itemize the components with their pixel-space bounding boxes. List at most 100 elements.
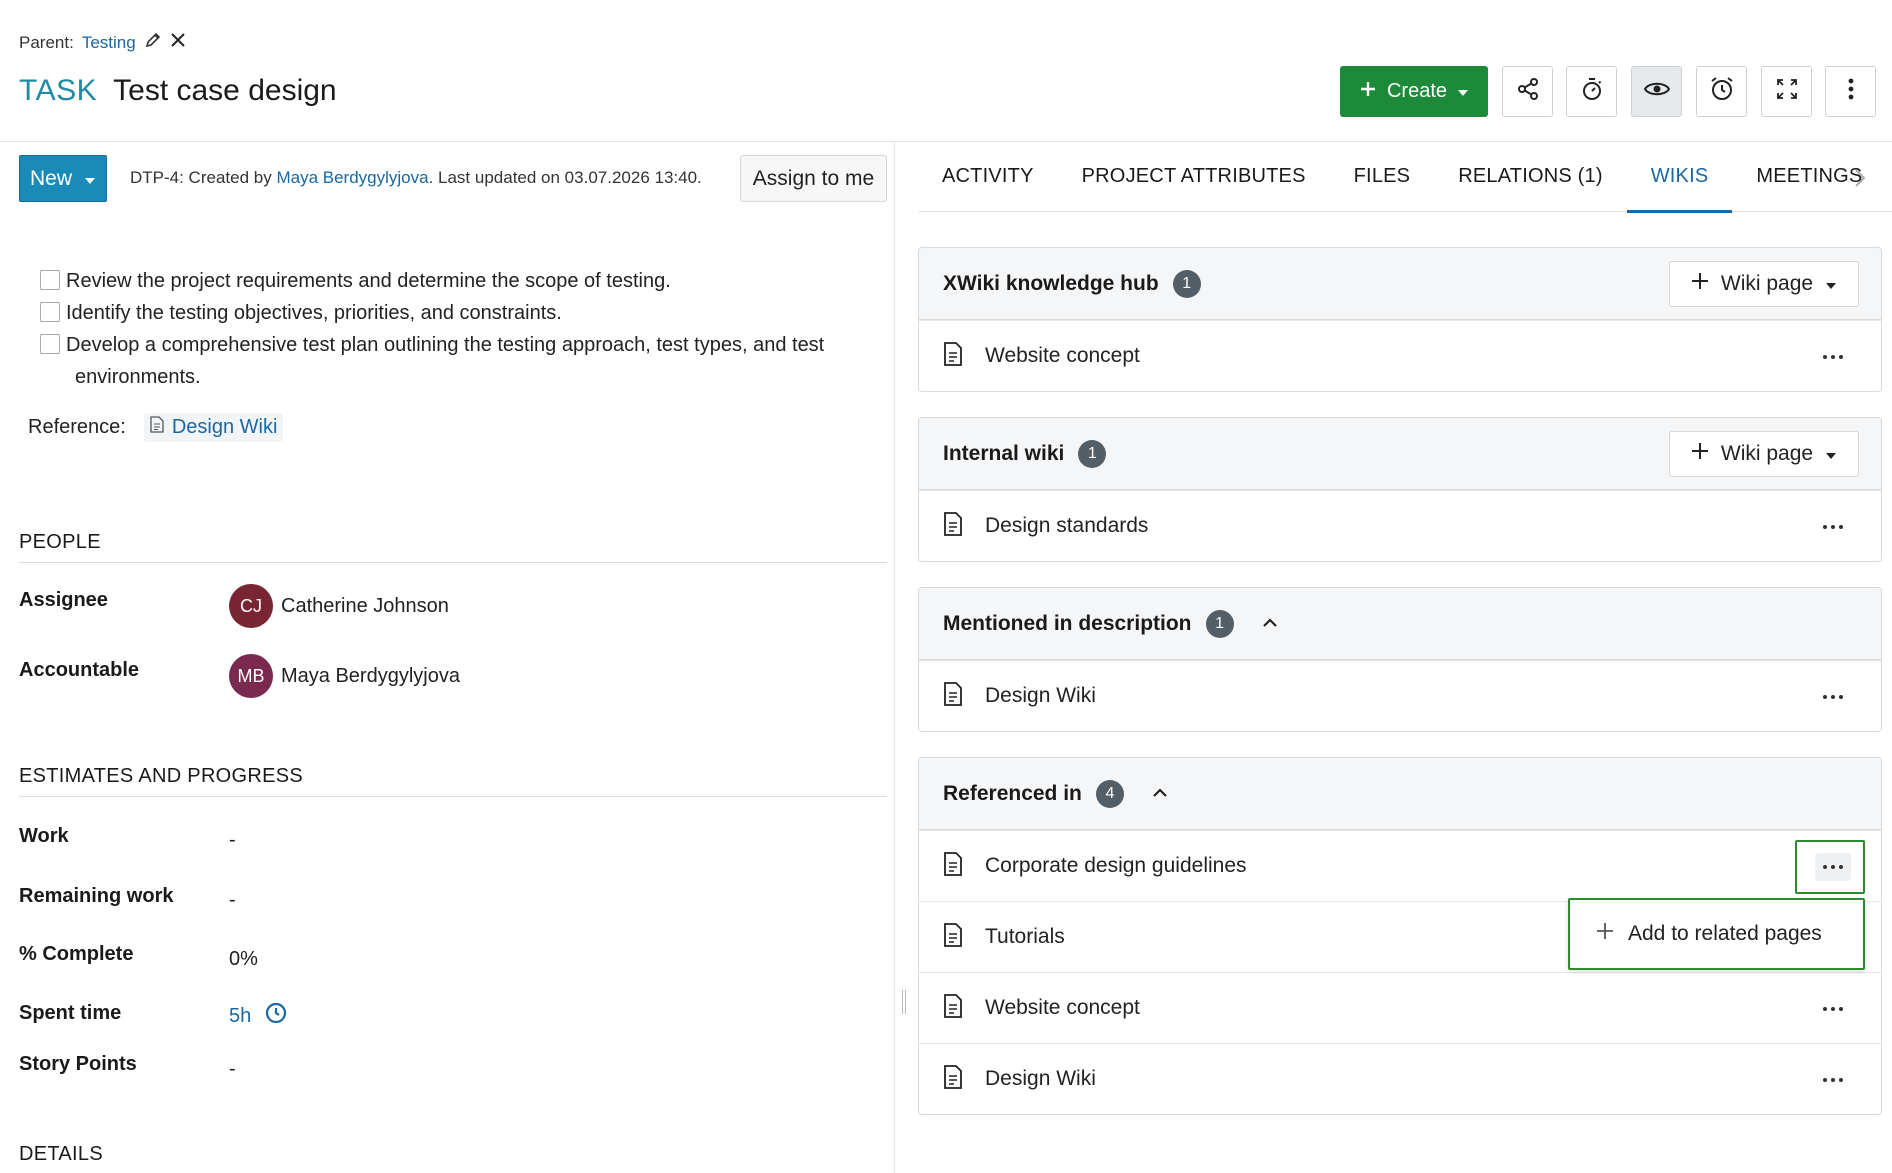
- wiki-card: XWiki knowledge hub 1 Wiki page Website …: [918, 247, 1882, 392]
- document-icon: [943, 993, 963, 1023]
- chevron-up-icon[interactable]: [1262, 615, 1278, 633]
- wiki-item-title[interactable]: Design Wiki: [985, 684, 1096, 708]
- wiki-card-title: Internal wiki: [943, 441, 1065, 465]
- people-section-divider: [19, 562, 887, 563]
- checklist-item-text: Develop a comprehensive test plan outlin…: [66, 334, 825, 356]
- chevron-right-icon[interactable]: [1854, 168, 1866, 193]
- tab-relations[interactable]: RELATIONS (1): [1434, 142, 1626, 212]
- estimates-section-divider: [19, 796, 887, 797]
- wiki-item-title[interactable]: Design Wiki: [985, 1067, 1096, 1091]
- tab-files[interactable]: FILES: [1330, 142, 1435, 212]
- parent-link[interactable]: Testing: [82, 33, 136, 53]
- fullscreen-button[interactable]: [1761, 66, 1812, 117]
- estimates-section-title: ESTIMATES AND PROGRESS: [19, 765, 304, 787]
- start-timer-button[interactable]: [1566, 66, 1617, 117]
- percent-complete-value[interactable]: 0%: [229, 948, 258, 971]
- panel-resize-handle[interactable]: [902, 990, 906, 1014]
- wiki-item[interactable]: Design Wiki: [919, 1043, 1881, 1114]
- work-label: Work: [19, 825, 69, 847]
- close-icon[interactable]: [170, 32, 186, 53]
- share-icon: [1516, 77, 1540, 106]
- document-icon: [943, 1064, 963, 1094]
- assignee-value[interactable]: CJ Catherine Johnson: [229, 584, 449, 628]
- work-package-subject[interactable]: Test case design: [113, 74, 336, 108]
- wiki-item-title[interactable]: Design standards: [985, 514, 1148, 538]
- checklist-item: Identify the testing objectives, priorit…: [40, 297, 880, 329]
- wiki-page-label: Wiki page: [1720, 272, 1814, 295]
- accountable-name: Maya Berdygylyjova: [281, 664, 460, 687]
- assign-to-me-button[interactable]: Assign to me: [740, 155, 887, 202]
- tab-project-attributes[interactable]: PROJECT ATTRIBUTES: [1058, 142, 1330, 212]
- assignee-name: Catherine Johnson: [281, 594, 449, 617]
- checklist-item-text: Review the project requirements and dete…: [66, 270, 671, 292]
- wiki-item[interactable]: Design Wiki: [919, 660, 1881, 731]
- wiki-card: Mentioned in description 1 Design Wiki: [918, 587, 1882, 732]
- more-options-icon[interactable]: [1815, 995, 1851, 1023]
- tab-activity[interactable]: ACTIVITY: [918, 142, 1058, 212]
- checkbox[interactable]: [40, 302, 60, 322]
- wiki-item[interactable]: Website concept: [919, 320, 1881, 391]
- checklist-item: Review the project requirements and dete…: [40, 265, 880, 297]
- wiki-item[interactable]: Website concept: [919, 972, 1881, 1043]
- wiki-card-header[interactable]: Referenced in 4: [919, 758, 1881, 830]
- details-section-title: DETAILS: [19, 1143, 103, 1165]
- wiki-item-title[interactable]: Corporate design guidelines: [985, 854, 1247, 878]
- accountable-label: Accountable: [19, 659, 140, 681]
- wiki-item-title[interactable]: Tutorials: [985, 925, 1065, 949]
- add-wiki-page-button[interactable]: Wiki page: [1669, 431, 1859, 477]
- spent-time-label: Spent time: [19, 1002, 122, 1024]
- pencil-icon[interactable]: [144, 31, 162, 54]
- wiki-card-header[interactable]: Mentioned in description 1: [919, 588, 1881, 660]
- chevron-up-icon[interactable]: [1152, 785, 1168, 803]
- remaining-work-value[interactable]: -: [229, 889, 236, 912]
- checkbox[interactable]: [40, 334, 60, 354]
- document-icon: [943, 851, 963, 881]
- story-points-value[interactable]: -: [229, 1058, 236, 1081]
- work-package-type: TASK: [19, 74, 98, 107]
- wiki-item[interactable]: Design standards: [919, 490, 1881, 561]
- more-options-icon[interactable]: [1815, 683, 1851, 711]
- add-to-related-pages-menu-item[interactable]: Add to related pages: [1568, 898, 1865, 970]
- reference-line: Reference: Design Wiki: [28, 413, 284, 442]
- caret-down-icon: [1825, 442, 1837, 466]
- created-prefix: DTP-4: Created by: [130, 168, 277, 187]
- watch-button[interactable]: [1631, 66, 1682, 117]
- status-label: New: [29, 166, 72, 190]
- document-icon: [943, 341, 963, 371]
- checkbox[interactable]: [40, 270, 60, 290]
- clock-icon[interactable]: [265, 1002, 287, 1030]
- tab-wikis[interactable]: WIKIS: [1626, 142, 1733, 213]
- wiki-item-title[interactable]: Website concept: [985, 996, 1140, 1020]
- more-options-icon[interactable]: [1815, 343, 1851, 371]
- spent-time-link[interactable]: 5h: [229, 1005, 251, 1028]
- wiki-item[interactable]: Corporate design guidelines: [919, 830, 1881, 901]
- wiki-item-title[interactable]: Website concept: [985, 344, 1140, 368]
- author-link[interactable]: Maya Berdygylyjova: [276, 168, 428, 187]
- wiki-page-label: Wiki page: [1720, 442, 1814, 465]
- accountable-value[interactable]: MB Maya Berdygylyjova: [229, 654, 460, 698]
- share-button[interactable]: [1502, 66, 1553, 117]
- more-actions-button[interactable]: [1825, 66, 1876, 117]
- add-wiki-page-button[interactable]: Wiki page: [1669, 261, 1859, 307]
- spent-time-value: 5h: [229, 1002, 287, 1030]
- reference-chip[interactable]: Design Wiki: [143, 413, 284, 442]
- count-badge: 1: [1172, 269, 1201, 298]
- wiki-card: Internal wiki 1 Wiki page Design standar…: [918, 417, 1882, 562]
- kebab-menu-icon: [1848, 78, 1854, 105]
- create-button[interactable]: Create: [1340, 66, 1488, 117]
- checklist-item-continuation: environments.: [75, 366, 201, 388]
- more-options-icon[interactable]: [1815, 1066, 1851, 1094]
- more-options-icon[interactable]: [1815, 513, 1851, 541]
- wiki-card-title: XWiki knowledge hub: [943, 271, 1159, 295]
- wiki-card-title: Mentioned in description: [943, 611, 1192, 635]
- caret-down-icon: [1825, 272, 1837, 296]
- document-icon: [943, 511, 963, 541]
- status-button[interactable]: New: [19, 155, 107, 202]
- avatar: MB: [229, 654, 273, 698]
- tab-bar: ACTIVITY PROJECT ATTRIBUTES FILES RELATI…: [918, 142, 1892, 213]
- reference-link[interactable]: Design Wiki: [172, 416, 278, 439]
- reminder-button[interactable]: [1696, 66, 1747, 117]
- work-value[interactable]: -: [229, 829, 236, 852]
- create-label: Create: [1386, 80, 1448, 102]
- count-badge: 4: [1095, 779, 1124, 808]
